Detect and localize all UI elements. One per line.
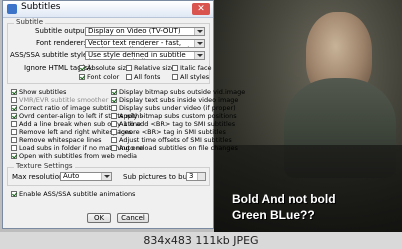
ass-style-value: Use style defined in subtitle (Recommend… — [88, 51, 186, 59]
checkbox-box — [11, 121, 17, 127]
checkbox-box — [111, 89, 117, 95]
checkbox-box — [11, 153, 17, 159]
max-resolution-label: Max resolution: — [12, 173, 66, 181]
checkbox-label: Italic face — [180, 64, 212, 72]
texture-settings-group: Texture Settings Max resolution: Auto Su… — [7, 162, 210, 186]
title-bar[interactable]: Subtitles ✕ — [3, 1, 213, 18]
bitmap-subs-outside-checkbox[interactable]: Display bitmap subs outside vid.image — [111, 88, 245, 96]
ignore-br-checkbox[interactable]: Ignore <BR> tag in SMI subtitles — [111, 128, 226, 136]
checkbox-label: Open with subtitles from web media — [19, 152, 138, 160]
checkbox-box — [126, 65, 132, 71]
subtitle-line-2: Green BLue?? — [232, 208, 315, 222]
subtitle-line-1: Bold And not bold — [232, 192, 336, 206]
ignore-all-fonts-checkbox[interactable]: All fonts — [126, 73, 160, 81]
chevron-down-icon — [194, 40, 204, 47]
max-resolution-select[interactable]: Auto — [60, 172, 112, 181]
subtitle-group: Subtitle Subtitle output: Display on Vid… — [7, 18, 212, 84]
vmr-evr-smoother-checkbox[interactable]: VMR/EVR subtitle smoother — [11, 96, 108, 104]
checkbox-box — [172, 74, 178, 80]
sub-pictures-buffer-value: 3 — [189, 172, 194, 180]
checkbox-label: Auto reload subtitles on file changes — [119, 144, 238, 152]
open-with-web-subs-checkbox[interactable]: Open with subtitles from web media — [11, 152, 137, 160]
image-caption-bar: 834x483 111kb JPEG — [0, 232, 402, 249]
image-caption: 834x483 111kb JPEG — [143, 234, 259, 247]
adjust-time-offsets-checkbox[interactable]: Adjust time offsets of SMI subtitles — [111, 136, 232, 144]
checkbox-label: Apply bitmap subs custom positions — [119, 112, 237, 120]
checkbox-box — [111, 113, 117, 119]
ignore-italic-face-checkbox[interactable]: Italic face — [172, 64, 212, 72]
checkbox-label: Relative size — [134, 64, 175, 72]
ignore-absolute-size-checkbox[interactable]: Absolute size — [79, 64, 130, 72]
ok-button[interactable]: OK — [87, 213, 111, 223]
checkbox-label: Remove whitespace lines — [19, 136, 102, 144]
auto-reload-subs-checkbox[interactable]: Auto reload subtitles on file changes — [111, 144, 238, 152]
chevron-down-icon — [101, 173, 111, 180]
texture-settings-legend: Texture Settings — [14, 162, 75, 170]
subtitle-output-label: Subtitle output: — [35, 27, 90, 35]
remove-whitespace-lines-checkbox[interactable]: Remove whitespace lines — [11, 136, 102, 144]
checkbox-box — [11, 97, 17, 103]
checkbox-box — [79, 74, 85, 80]
checkbox-label: Ignore <BR> tag in SMI subtitles — [119, 128, 226, 136]
cancel-button[interactable]: Cancel — [117, 213, 149, 223]
checkbox-box — [11, 145, 17, 151]
subtitle-group-legend: Subtitle — [14, 18, 46, 26]
sub-pictures-buffer-spinner[interactable]: 3 — [186, 172, 206, 181]
ignore-relative-size-checkbox[interactable]: Relative size — [126, 64, 175, 72]
ignore-all-styles-checkbox[interactable]: All styles — [172, 73, 209, 81]
checkbox-label: Correct ratio of image subtitle — [19, 104, 117, 112]
checkbox-label: All fonts — [134, 73, 161, 81]
dialog-title: Subtitles — [21, 2, 61, 12]
max-resolution-value: Auto — [63, 172, 80, 180]
checkbox-box — [111, 97, 117, 103]
checkbox-box — [111, 129, 117, 135]
checkbox-box — [79, 65, 85, 71]
spinner-arrows-icon[interactable] — [197, 173, 205, 180]
checkbox-box — [172, 65, 178, 71]
enable-ass-animations-checkbox[interactable]: Enable ASS/SSA subtitle animations — [11, 190, 135, 198]
text-subs-inside-checkbox[interactable]: Display text subs inside video image — [111, 96, 238, 104]
checkbox-box — [11, 137, 17, 143]
checkbox-label: Display bitmap subs outside vid.image — [119, 88, 246, 96]
font-renderer-label: Font renderer: — [36, 39, 86, 47]
auto-add-br-checkbox[interactable]: Auto add <BR> tag to SMI subtitles — [111, 120, 235, 128]
checkbox-label: Auto add <BR> tag to SMI subtitles — [119, 120, 236, 128]
bitmap-custom-positions-checkbox[interactable]: Apply bitmap subs custom positions — [111, 112, 237, 120]
checkbox-box — [11, 113, 17, 119]
close-icon[interactable]: ✕ — [192, 3, 210, 15]
checkbox-box — [111, 137, 117, 143]
checkbox-box — [126, 74, 132, 80]
checkbox-label: Show subtitles — [19, 88, 67, 96]
video-frame: Bold And not bold Green BLue?? — [214, 0, 402, 232]
subtitle-output-value: Display on Video (TV-OUT) — [88, 27, 181, 35]
checkbox-box — [111, 121, 117, 127]
show-subtitles-checkbox[interactable]: Show subtitles — [11, 88, 66, 96]
checkbox-box — [111, 105, 117, 111]
checkbox-box — [11, 89, 17, 95]
ass-style-label: ASS/SSA subtitle style: — [10, 51, 90, 59]
checkbox-label: Absolute size — [87, 64, 131, 72]
checkbox-label: Enable ASS/SSA subtitle animations — [19, 190, 136, 198]
checkbox-label: VMR/EVR subtitle smoother — [19, 96, 109, 104]
chevron-down-icon — [194, 52, 204, 59]
checkbox-box — [11, 191, 17, 197]
ass-style-select[interactable]: Use style defined in subtitle (Recommend… — [85, 51, 205, 60]
checkbox-box — [111, 145, 117, 151]
app-icon — [7, 4, 17, 14]
subs-under-video-checkbox[interactable]: Display subs under video (if proper) — [111, 104, 236, 112]
checkbox-label: Display text subs inside video image — [119, 96, 239, 104]
checkbox-box — [11, 129, 17, 135]
checkbox-label: Adjust time offsets of SMI subtitles — [119, 136, 232, 144]
ignore-font-color-checkbox[interactable]: Font color — [79, 73, 119, 81]
checkbox-box — [11, 105, 17, 111]
subtitle-output-select[interactable]: Display on Video (TV-OUT) — [85, 27, 205, 36]
font-renderer-value: Vector text renderer - fast, modest qual… — [88, 39, 201, 47]
checkbox-label: Display subs under video (if proper) — [119, 104, 236, 112]
correct-ratio-checkbox[interactable]: Correct ratio of image subtitle — [11, 104, 117, 112]
subtitles-dialog: Subtitles ✕ Subtitle Subtitle output: Di… — [2, 0, 245, 229]
chevron-down-icon — [194, 28, 204, 35]
font-renderer-select[interactable]: Vector text renderer - fast, modest qual… — [85, 39, 205, 48]
checkbox-label: Font color — [87, 73, 120, 81]
checkbox-label: All styles — [180, 73, 210, 81]
